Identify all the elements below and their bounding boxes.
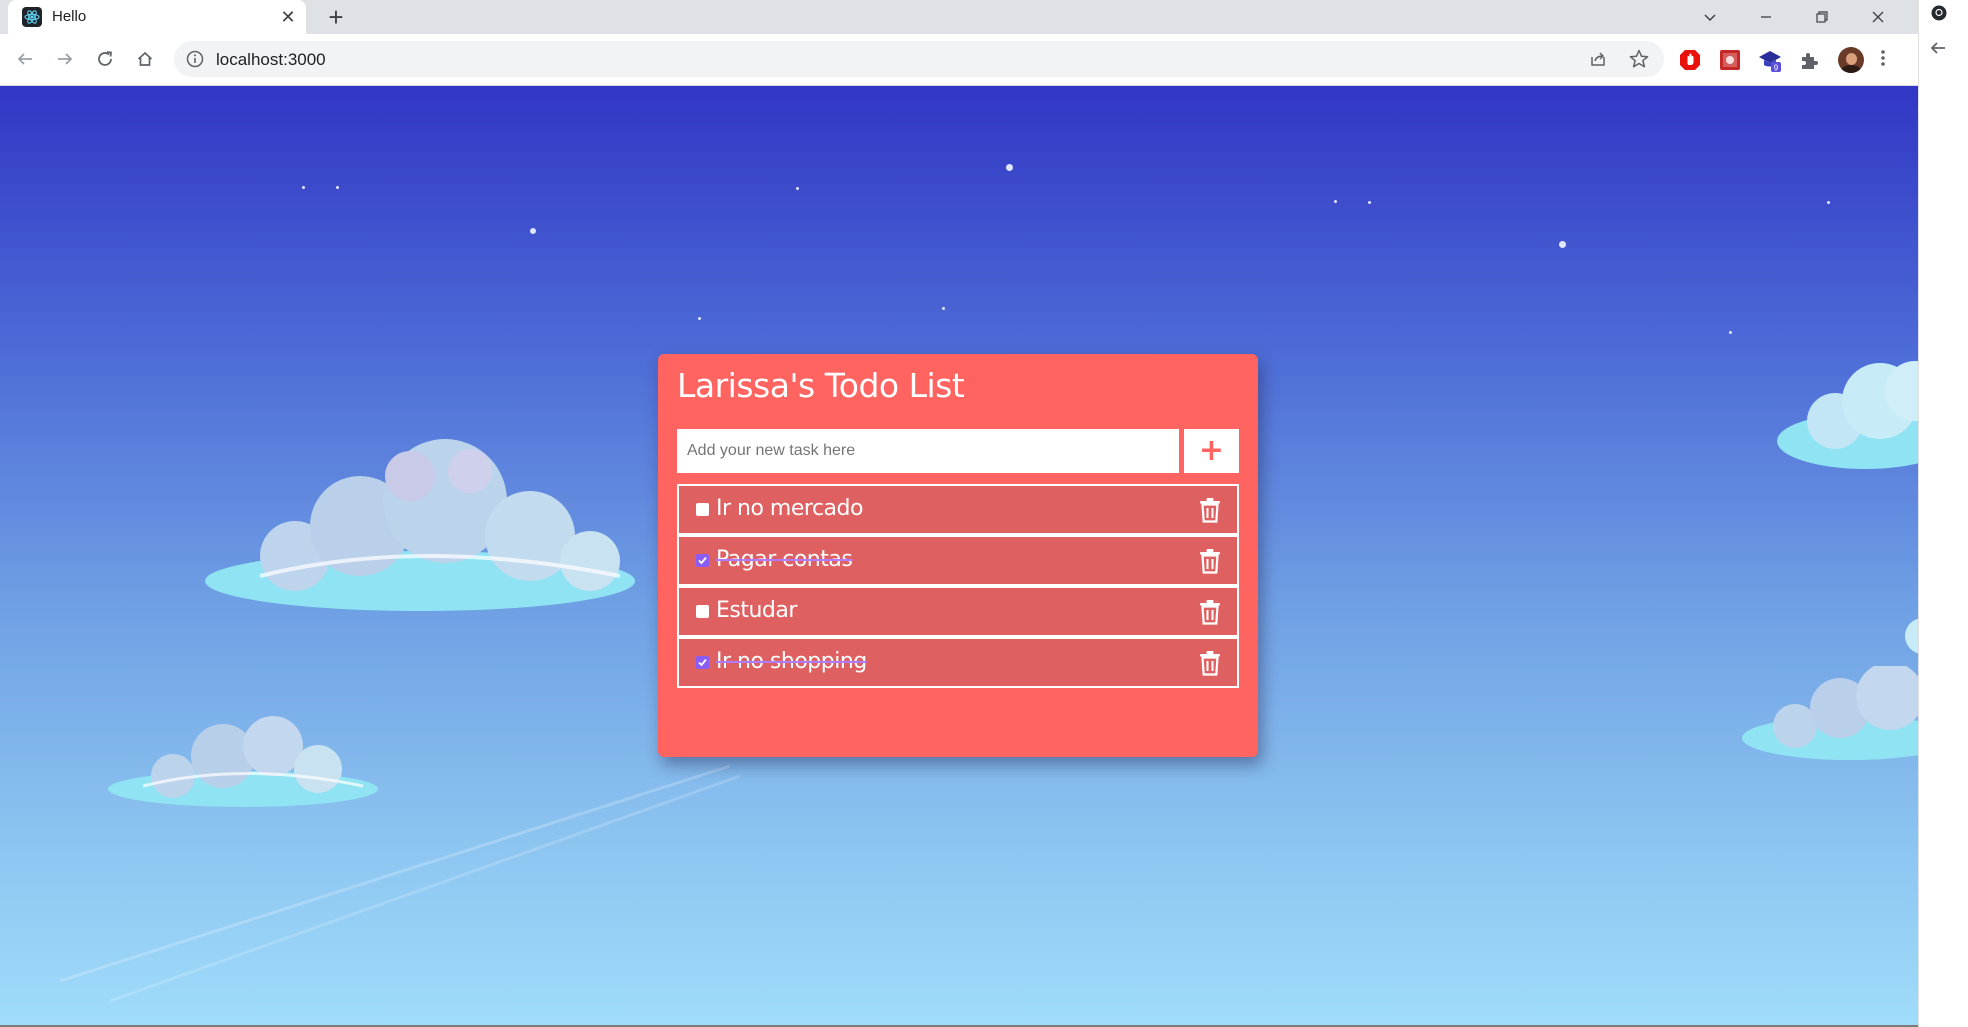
url-text[interactable]: localhost:3000 xyxy=(216,50,326,70)
browser-tab-bar: Hello ✕ + xyxy=(0,0,1918,34)
address-bar[interactable]: localhost:3000 xyxy=(174,41,1664,77)
new-task-input[interactable] xyxy=(677,429,1179,473)
back-icon[interactable] xyxy=(1929,40,1947,56)
reload-icon[interactable] xyxy=(90,44,120,74)
plus-icon: + xyxy=(1198,433,1225,468)
forward-icon[interactable] xyxy=(50,44,80,74)
todo-checkbox[interactable] xyxy=(696,503,709,516)
close-window-icon[interactable] xyxy=(1850,0,1906,34)
minimize-icon[interactable] xyxy=(1738,0,1794,34)
cloud-decoration xyxy=(1777,361,1918,469)
home-icon[interactable] xyxy=(130,44,160,74)
adjacent-window-strip xyxy=(1918,0,1968,1027)
browser-menu-icon[interactable] xyxy=(1880,48,1890,72)
todo-checkbox[interactable] xyxy=(696,554,709,567)
browser-toolbar: localhost:3000 9 xyxy=(0,34,1918,86)
todo-text: Ir no shopping xyxy=(716,649,867,674)
picture-extension-icon[interactable] xyxy=(1718,48,1742,72)
extensions-puzzle-icon[interactable] xyxy=(1798,48,1822,72)
todo-item: Pagar contas xyxy=(677,535,1239,586)
cloud-decoration xyxy=(1742,666,1918,760)
browser-tab[interactable]: Hello ✕ xyxy=(8,0,306,34)
tab-search-icon[interactable] xyxy=(1682,0,1738,34)
bookmark-star-icon[interactable] xyxy=(1628,48,1650,70)
todo-text: Estudar xyxy=(716,598,797,623)
trash-icon[interactable] xyxy=(1199,548,1221,574)
cloud-decoration xyxy=(205,439,635,611)
add-task-button[interactable]: + xyxy=(1184,429,1239,473)
react-icon xyxy=(22,7,42,27)
todo-item: Ir no shopping xyxy=(677,637,1239,688)
todo-checkbox[interactable] xyxy=(696,656,709,669)
cloud-decoration xyxy=(1905,618,1918,654)
trash-icon[interactable] xyxy=(1199,650,1221,676)
page-title: Larissa's Todo List xyxy=(677,366,965,405)
todo-text: Pagar contas xyxy=(716,547,853,572)
todo-checkbox[interactable] xyxy=(696,605,709,618)
close-tab-icon[interactable]: ✕ xyxy=(278,7,298,27)
github-icon xyxy=(1931,5,1947,21)
todo-item: Estudar xyxy=(677,586,1239,637)
adblock-extension-icon[interactable] xyxy=(1678,48,1702,72)
svg-text:9: 9 xyxy=(1774,64,1779,73)
trash-icon[interactable] xyxy=(1199,599,1221,625)
todo-item: Ir no mercado xyxy=(677,484,1239,535)
back-icon[interactable] xyxy=(10,44,40,74)
share-icon[interactable] xyxy=(1588,49,1608,69)
todo-text: Ir no mercado xyxy=(716,496,863,521)
graduation-extension-icon[interactable]: 9 xyxy=(1758,48,1782,73)
todo-card: Larissa's Todo List + Ir no mercado Paga… xyxy=(658,354,1258,757)
cloud-decoration xyxy=(108,716,378,807)
profile-avatar[interactable] xyxy=(1838,47,1864,73)
new-tab-button[interactable]: + xyxy=(322,3,350,31)
tab-title: Hello xyxy=(52,8,87,25)
site-info-icon[interactable] xyxy=(186,50,204,68)
trash-icon[interactable] xyxy=(1199,497,1221,523)
restore-icon[interactable] xyxy=(1794,0,1850,34)
